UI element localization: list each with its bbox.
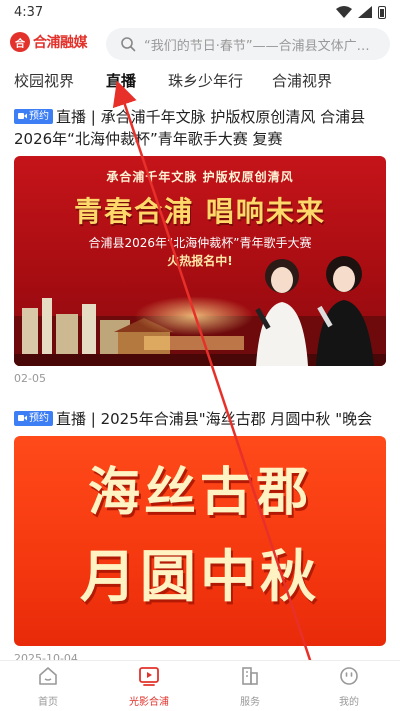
- article-date: 2025-10-04: [14, 652, 78, 660]
- search-icon: [121, 37, 136, 52]
- app-header: 合 合浦融媒 “我们的节日·春节”——合浦县文体广…: [0, 26, 400, 60]
- reservation-badge: 预约: [14, 108, 53, 124]
- signal-icon: [358, 6, 372, 18]
- tab-campus-vision[interactable]: 校园视界: [14, 70, 74, 91]
- building-icon: [242, 667, 258, 685]
- app-logo[interactable]: 合 合浦融媒: [10, 32, 88, 52]
- channel-tabs: 校园视界 直播 珠乡少年行 合浦视界: [0, 64, 400, 96]
- video-camera-icon: [18, 113, 27, 119]
- nav-services[interactable]: 服务: [210, 665, 290, 708]
- article-banner-image[interactable]: 海丝古郡 月圆中秋: [14, 436, 386, 646]
- tab-live[interactable]: 直播: [106, 70, 136, 91]
- article-title: 预约 直播 | 2025年合浦县"海丝古郡 月圆中秋 "晚会: [14, 408, 386, 430]
- singer-figure-illustration: [255, 259, 308, 366]
- video-icon: [139, 667, 159, 686]
- singer-figure-illustration: [316, 256, 374, 366]
- badge-label: 预约: [29, 412, 49, 424]
- article-title-text: 直播 | 承合浦千年文脉 护版权原创清风 合浦县2026年“北海仲裁杯”青年歌手…: [14, 108, 366, 148]
- bottom-navigation: 首页 光影合浦 服务 我的: [0, 660, 400, 711]
- badge-label: 预约: [29, 110, 49, 122]
- home-icon: [39, 667, 57, 685]
- article-title-text: 直播 | 2025年合浦县"海丝古郡 月圆中秋 "晚会: [56, 410, 373, 428]
- wifi-icon: [336, 6, 352, 18]
- news-feed: 预约 直播 | 承合浦千年文脉 护版权原创清风 合浦县2026年“北海仲裁杯”青…: [0, 100, 400, 660]
- video-camera-icon: [18, 415, 27, 421]
- status-bar: 4:37: [0, 0, 400, 24]
- nav-light-shadow-hepu[interactable]: 光影合浦: [109, 665, 189, 708]
- app-screen: 4:37 合 合浦融媒 “我们的节日·春节”——合浦县文体广… 校园视界 直播 …: [0, 0, 400, 711]
- status-time: 4:37: [14, 4, 44, 20]
- nav-services-label: 服务: [240, 697, 260, 708]
- article-date: 02-05: [14, 372, 46, 385]
- battery-icon: [378, 5, 386, 19]
- tab-hepu-vision[interactable]: 合浦视界: [272, 70, 332, 91]
- banner-headline-secondary: 月圆中秋: [80, 545, 320, 610]
- logo-mark-icon: 合: [10, 32, 30, 52]
- banner-tagline: 承合浦千年文脉 护版权原创清风: [106, 170, 294, 184]
- list-item[interactable]: 预约 直播 | 承合浦千年文脉 护版权原创清风 合浦县2026年“北海仲裁杯”青…: [14, 106, 386, 385]
- search-placeholder: “我们的节日·春节”——合浦县文体广…: [144, 38, 370, 54]
- nav-profile[interactable]: 我的: [309, 665, 389, 708]
- logo-text: 合浦融媒: [33, 35, 88, 51]
- nav-home[interactable]: 首页: [8, 665, 88, 708]
- search-input[interactable]: “我们的节日·春节”——合浦县文体广…: [106, 28, 390, 60]
- article-title: 预约 直播 | 承合浦千年文脉 护版权原创清风 合浦县2026年“北海仲裁杯”青…: [14, 106, 386, 150]
- nav-home-label: 首页: [38, 697, 58, 708]
- nav-light-shadow-hepu-label: 光影合浦: [129, 697, 169, 708]
- reservation-badge: 预约: [14, 410, 53, 426]
- list-item[interactable]: 预约 直播 | 2025年合浦县"海丝古郡 月圆中秋 "晚会 海丝古郡 月圆中秋…: [14, 408, 386, 660]
- stage-light-glow: [134, 296, 254, 336]
- banner-headline: 青春合浦 唱响未来: [74, 195, 326, 228]
- status-icons: [336, 5, 386, 19]
- tab-zhuxiang-youth[interactable]: 珠乡少年行: [168, 70, 243, 91]
- article-banner-image[interactable]: 承合浦千年文脉 护版权原创清风 青春合浦 唱响未来 合浦县2026年“北海仲裁杯…: [14, 156, 386, 366]
- profile-icon: [340, 667, 358, 685]
- nav-profile-label: 我的: [339, 697, 359, 708]
- banner-headline: 海丝古郡: [87, 463, 312, 523]
